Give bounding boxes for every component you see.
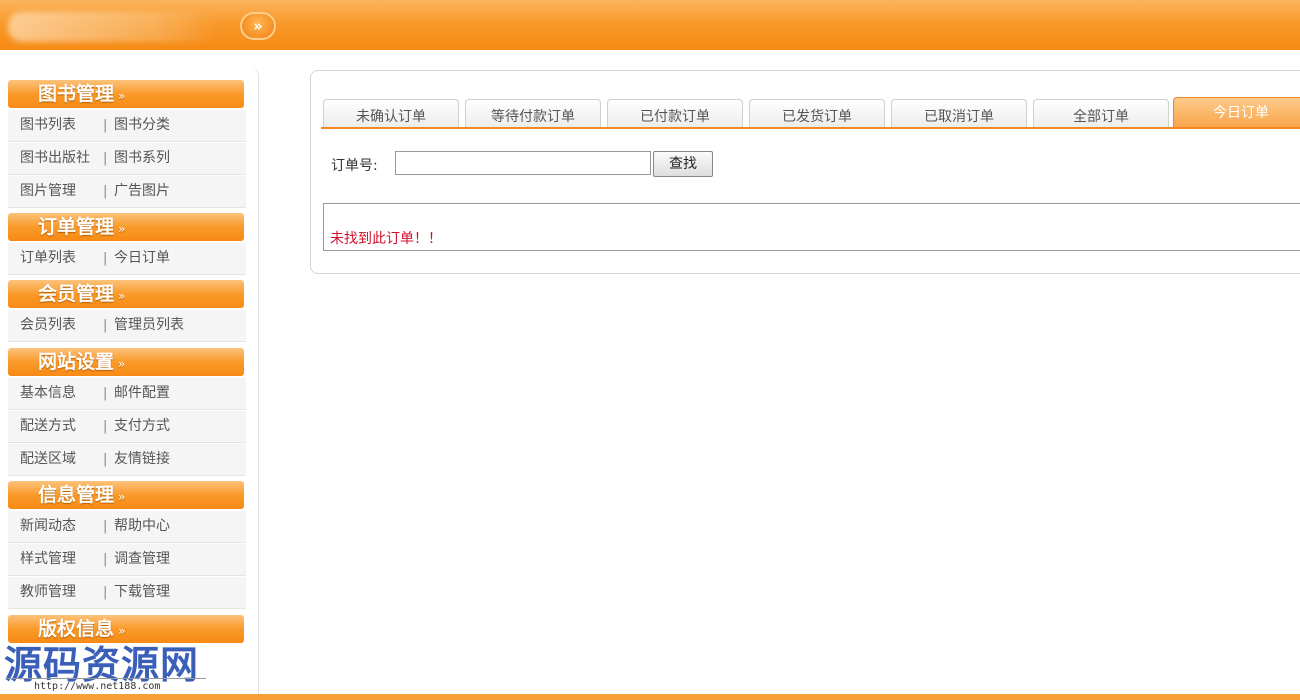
group-title: 网站设置 <box>38 351 115 373</box>
separator: | <box>103 419 108 434</box>
watermark-url: http://www.net188.com <box>34 681 161 692</box>
tab-unconfirmed[interactable]: 未确认订单 <box>323 99 459 128</box>
sidebar: 图书管理» 图书列表 | 图书分类 图书出版社 | 图书系列 图片管理 | 广告… <box>4 68 259 700</box>
top-header-bar: » <box>0 0 1300 50</box>
separator: | <box>103 452 108 467</box>
watermark-divider <box>6 678 206 679</box>
group-title: 会员管理 <box>38 283 115 305</box>
sidebar-row: 图书列表 | 图书分类 <box>8 110 246 142</box>
sidebar-link-admin-list[interactable]: 管理员列表 <box>114 310 184 341</box>
sidebar-group-orders[interactable]: 订单管理» <box>8 213 244 241</box>
separator: | <box>103 184 108 199</box>
sidebar-link-book-list[interactable]: 图书列表 <box>20 110 76 141</box>
chevron-down-icon: » <box>118 89 126 103</box>
sidebar-row: 教师管理 | 下载管理 <box>8 577 246 609</box>
tab-all[interactable]: 全部订单 <box>1033 99 1169 128</box>
not-found-message: 未找到此订单！！ <box>330 231 442 247</box>
sidebar-row: 基本信息 | 邮件配置 <box>8 378 246 410</box>
tab-cancelled[interactable]: 已取消订单 <box>891 99 1027 128</box>
sidebar-link-delivery-method[interactable]: 配送方式 <box>20 411 76 442</box>
tab-today[interactable]: 今日订单 <box>1173 97 1300 128</box>
sidebar-link-download-manage[interactable]: 下载管理 <box>114 577 170 608</box>
sidebar-link-teacher-manage[interactable]: 教师管理 <box>20 577 76 608</box>
group-title: 图书管理 <box>38 83 115 105</box>
sidebar-link-news[interactable]: 新闻动态 <box>20 511 76 542</box>
sidebar-row: 样式管理 | 调查管理 <box>8 544 246 576</box>
tab-shipped[interactable]: 已发货订单 <box>749 99 885 128</box>
chevron-down-icon: » <box>118 289 126 303</box>
tab-underline <box>321 127 1300 129</box>
sidebar-row: 配送方式 | 支付方式 <box>8 411 246 443</box>
collapse-toggle-button[interactable]: » <box>240 12 276 40</box>
sidebar-row: 图书出版社 | 图书系列 <box>8 143 246 175</box>
separator: | <box>103 585 108 600</box>
result-box: 未找到此订单！！ <box>323 203 1300 251</box>
group-title: 订单管理 <box>38 216 115 238</box>
sidebar-row: 配送区域 | 友情链接 <box>8 444 246 476</box>
order-panel: 未确认订单 等待付款订单 已付款订单 已发货订单 已取消订单 全部订单 今日订单… <box>310 70 1300 274</box>
search-button[interactable]: 查找 <box>653 151 713 177</box>
sidebar-link-payment-method[interactable]: 支付方式 <box>114 411 170 442</box>
sidebar-row: 图片管理 | 广告图片 <box>8 176 246 208</box>
sidebar-link-book-series[interactable]: 图书系列 <box>114 143 170 174</box>
sidebar-row: 订单列表 | 今日订单 <box>8 243 246 275</box>
sidebar-link-survey-manage[interactable]: 调查管理 <box>114 544 170 575</box>
tab-awaiting-payment[interactable]: 等待付款订单 <box>465 99 601 128</box>
sidebar-link-book-category[interactable]: 图书分类 <box>114 110 170 141</box>
sidebar-group-info[interactable]: 信息管理» <box>8 481 244 509</box>
sidebar-link-order-list[interactable]: 订单列表 <box>20 243 76 274</box>
separator: | <box>103 118 108 133</box>
sidebar-link-publisher[interactable]: 图书出版社 <box>20 143 90 174</box>
sidebar-link-basic-info[interactable]: 基本信息 <box>20 378 76 409</box>
sidebar-link-images[interactable]: 图片管理 <box>20 176 76 207</box>
separator: | <box>103 552 108 567</box>
sidebar-link-friend-links[interactable]: 友情链接 <box>114 444 170 475</box>
separator: | <box>103 318 108 333</box>
sidebar-link-mail-config[interactable]: 邮件配置 <box>114 378 170 409</box>
separator: | <box>103 251 108 266</box>
sidebar-group-books[interactable]: 图书管理» <box>8 80 244 108</box>
separator: | <box>103 151 108 166</box>
sidebar-link-ad-images[interactable]: 广告图片 <box>114 176 170 207</box>
order-number-label: 订单号: <box>331 158 378 174</box>
sidebar-link-style-manage[interactable]: 样式管理 <box>20 544 76 575</box>
separator: | <box>103 519 108 534</box>
logo <box>8 12 218 42</box>
chevron-down-icon: » <box>118 222 126 236</box>
order-number-input[interactable] <box>395 151 651 175</box>
sidebar-link-help-center[interactable]: 帮助中心 <box>114 511 170 542</box>
chevron-down-icon: » <box>118 490 126 504</box>
tab-paid[interactable]: 已付款订单 <box>607 99 743 128</box>
sidebar-link-delivery-area[interactable]: 配送区域 <box>20 444 76 475</box>
sidebar-link-today-orders[interactable]: 今日订单 <box>114 243 170 274</box>
bottom-bar <box>0 694 1300 700</box>
sidebar-link-member-list[interactable]: 会员列表 <box>20 310 76 341</box>
sidebar-row: 会员列表 | 管理员列表 <box>8 310 246 342</box>
separator: | <box>103 386 108 401</box>
chevron-down-icon: » <box>118 357 126 371</box>
sidebar-row: 新闻动态 | 帮助中心 <box>8 511 246 543</box>
sidebar-group-members[interactable]: 会员管理» <box>8 280 244 308</box>
group-title: 信息管理 <box>38 484 115 506</box>
sidebar-group-site-settings[interactable]: 网站设置» <box>8 348 244 376</box>
